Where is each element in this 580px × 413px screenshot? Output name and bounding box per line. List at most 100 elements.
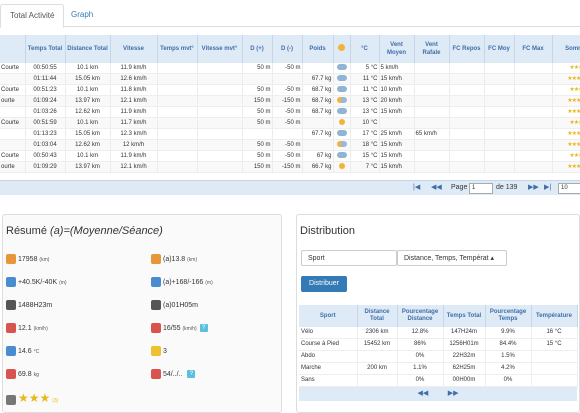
table-row[interactable]: Courte 00:50:55 10.1 km 11.9 km/h 50 m -50 m 5…	[0, 63, 580, 74]
table-cell: 00:50:43	[25, 150, 66, 162]
table-cell	[514, 106, 553, 118]
distribution-column-header[interactable]: Température	[531, 305, 578, 327]
dist-next-icon[interactable]: ▶▶	[448, 390, 459, 397]
table-row[interactable]: 01:03:26 12.62 km 11.9 km/h 50 m -50 m 68.7 k…	[0, 106, 580, 118]
first-page-icon[interactable]: |◀	[413, 181, 420, 195]
table-cell	[449, 117, 485, 129]
help-icon[interactable]: ?	[187, 370, 196, 379]
distribution-cell	[357, 374, 398, 387]
table-cell	[197, 63, 243, 74]
column-header[interactable]	[333, 35, 351, 63]
table-cell: 50 m	[242, 63, 273, 74]
column-header[interactable]: Temps Total	[25, 35, 66, 63]
distribution-cell: 00H00m	[443, 374, 486, 387]
distribution-cell: 2306 km	[357, 327, 398, 339]
column-header[interactable]: D (-)	[272, 35, 303, 63]
table-cell	[272, 73, 303, 85]
table-row[interactable]: 01:03:04 12.62 km 12 km/h 50 m -50 m 18 °C 15 …	[0, 139, 580, 151]
table-cell	[449, 106, 485, 118]
table-cell: ourte	[0, 161, 26, 173]
table-cell	[197, 150, 243, 162]
table-row[interactable]: Courte 00:51:59 10.1 km 11.7 km/h 50 m -50 m 1…	[0, 117, 580, 129]
table-cell	[514, 150, 553, 162]
resume-value: (a)01H05m	[163, 302, 199, 309]
column-header[interactable]: Vitesse mvt°	[197, 35, 243, 63]
column-header[interactable]: Temps mvt°	[157, 35, 198, 63]
column-header[interactable]: D (+)	[242, 35, 273, 63]
distribution-column-header[interactable]: Pourcentage Distance	[397, 305, 444, 327]
table-cell: 20 km/h	[379, 95, 415, 107]
prev-page-icon[interactable]: ◀◀	[431, 181, 442, 195]
table-cell	[0, 128, 26, 140]
table-cell: 11.9 km/h	[110, 106, 158, 118]
tab-graph[interactable]: Graph	[62, 4, 102, 26]
distribution-table: Sport Distance Total Pourcentage Distance T…	[299, 305, 578, 387]
distribution-column-header[interactable]: Sport	[299, 305, 358, 327]
table-cell	[157, 84, 198, 96]
table-cell: 5 km/h	[379, 63, 415, 74]
table-cell: 50 m	[242, 117, 273, 129]
table-cell: 68.7 kg	[302, 95, 334, 107]
next-page-icon[interactable]: ▶▶	[528, 181, 539, 195]
weather-cell	[333, 73, 351, 85]
distribution-cell: 84.4%	[485, 338, 532, 351]
distribuer-button[interactable]: Distribuer	[301, 276, 347, 292]
table-row[interactable]: Courte 00:51:23 10.1 km 11.8 km/h 50 m -50 m6…	[0, 84, 580, 96]
resume-title: Résumé (a)=(Moyenne/Séance)	[6, 225, 163, 237]
table-cell	[449, 84, 485, 96]
distribution-column-header[interactable]: Distance Total	[357, 305, 398, 327]
table-cell: -50 m	[272, 63, 303, 74]
column-header[interactable]: Vent Moyen	[379, 35, 415, 63]
sport-select[interactable]: Sport	[301, 250, 397, 266]
help-icon[interactable]: ?	[199, 324, 208, 333]
table-row[interactable]: 01:13:23 15.05 km 12.3 km/h 67.7 kg 17 °C 25 …	[0, 128, 580, 140]
table-cell: 12.3 km/h	[110, 128, 158, 140]
table-row[interactable]: 01:11:44 15.05 km 12.6 km/h 67.7 kg 11 °C 15 …	[0, 73, 580, 85]
tab-total-activite[interactable]: Total Activité	[0, 4, 65, 28]
resume-item: (a)13.8 (km)	[151, 253, 197, 267]
distribution-row[interactable]: Abdo 0% 22H32m 1.5%	[299, 350, 578, 363]
column-header[interactable]: FC Max	[514, 35, 553, 63]
weather-cloudy-icon	[336, 86, 347, 93]
column-header[interactable]: Vitesse	[110, 35, 158, 63]
column-header[interactable]: FC Moy	[484, 35, 515, 63]
table-row[interactable]: Courte 00:50:43 10.1 km 11.9 km/h 50 m -50 m6…	[0, 150, 580, 162]
column-header[interactable]	[0, 35, 26, 63]
column-header[interactable]: FC Repos	[449, 35, 485, 63]
resume-item: ★★★ (3)	[6, 391, 58, 406]
distribution-row[interactable]: Course à Pied 15452 km 86% 1256H01m 84.4% 15 …	[299, 338, 578, 351]
table-cell: 11 °C	[350, 84, 380, 96]
table-row[interactable]: ourte 01:09:24 13.97 km 12.1 km/h 150 m -150 …	[0, 95, 580, 107]
metrics-select[interactable]: Distance, Temps, Températ ▴	[397, 250, 507, 266]
column-header[interactable]: °C	[350, 35, 380, 63]
column-header[interactable]: Poids	[302, 35, 334, 63]
table-cell	[414, 95, 450, 107]
distribution-column-header[interactable]: Temps Total	[443, 305, 486, 327]
table-cell	[449, 139, 485, 151]
table-cell	[414, 84, 450, 96]
distribution-column-header[interactable]: Pourcentage Temps	[485, 305, 532, 327]
weather-cell	[333, 63, 351, 74]
distribution-row[interactable]: Sans 0% 00H00m 0%	[299, 374, 578, 387]
caret-up-icon: ▴	[490, 255, 495, 262]
table-cell: -50 m	[272, 106, 303, 118]
column-header[interactable]: Distance Total	[65, 35, 111, 63]
table-cell	[449, 95, 485, 107]
resume-item: 17958 (km)	[6, 253, 49, 267]
avg-elevation-icon	[151, 277, 161, 288]
column-header[interactable]: Somme	[552, 35, 580, 63]
page-input[interactable]: 1	[469, 183, 493, 194]
dist-prev-icon[interactable]: ◀◀	[417, 390, 428, 397]
table-cell	[414, 106, 450, 118]
distribution-row[interactable]: Marche 200 km 1.1% 62H25m 4.2%	[299, 362, 578, 375]
distribution-row[interactable]: Vélo 2306 km 12.8% 147H24m 9.9% 16 °C	[299, 327, 578, 339]
column-header[interactable]: Vent Rafale	[414, 35, 450, 63]
weather-cell	[333, 95, 351, 107]
table-cell: 50 m	[242, 150, 273, 162]
table-cell	[449, 161, 485, 173]
weather-sunny-icon	[338, 119, 345, 126]
table-row[interactable]: ourte 01:09:29 13.97 km 12.1 km/h 150 m -150 …	[0, 161, 580, 173]
last-page-icon[interactable]: ▶|	[544, 181, 551, 195]
page-size-select[interactable]: 10	[558, 183, 580, 194]
mood-icon	[151, 346, 161, 357]
